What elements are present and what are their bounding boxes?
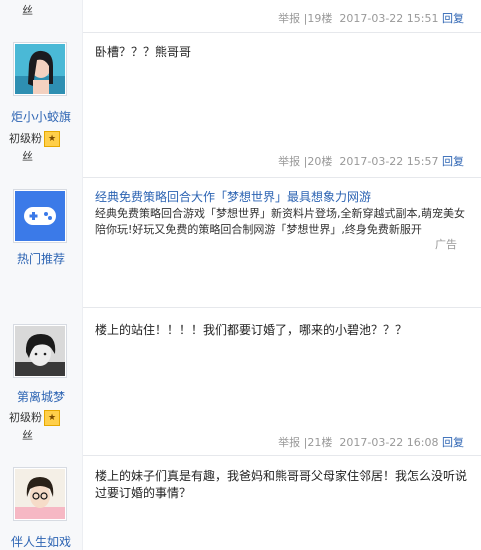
fan-level-icon: ★	[44, 410, 60, 426]
report-link[interactable]: 举报	[278, 436, 300, 449]
user-badge-suffix: 丝	[22, 150, 33, 163]
ad-source-label[interactable]: 热门推荐	[0, 250, 82, 267]
username[interactable]: 炬小小蛟旗	[0, 108, 82, 125]
post-time: 2017-03-22 16:08	[339, 436, 439, 449]
post-floor-19: 丝 举报 |19楼 2017-03-22 15:51 回复	[0, 0, 481, 33]
ad-description[interactable]: 经典免费策略回合游戏「梦想世界」新资料片登场,全新穿越式副本,萌宠美女陪你玩!好…	[95, 206, 471, 238]
avatar[interactable]	[13, 467, 67, 521]
user-sidebar: 炬小小蛟旗 初级粉 ★ 丝	[0, 32, 83, 177]
avatar-image	[15, 469, 65, 519]
user-badge: 初级粉 ★	[9, 130, 60, 147]
avatar[interactable]	[13, 324, 67, 378]
floor-number: 19楼	[307, 12, 333, 25]
post-time: 2017-03-22 15:57	[339, 155, 439, 168]
post-content: 楼上的妹子们真是有趣，我爸妈和熊哥哥父母家住邻居！我怎么没听说过要订婚的事情？	[95, 469, 468, 500]
avatar[interactable]	[13, 42, 67, 96]
post-tail: 举报 |19楼 2017-03-22 15:51 回复	[278, 10, 464, 26]
user-sidebar: 第离城梦 初级粉 ★ 丝	[0, 307, 83, 455]
user-sidebar: 丝	[0, 0, 83, 32]
ad-post: 热门推荐 经典免费策略回合大作「梦想世界」最具想象力网游 经典免费策略回合游戏「…	[0, 177, 481, 308]
user-badge-label: 初级粉	[9, 411, 42, 424]
avatar-image	[15, 44, 65, 94]
post-content: 楼上的站住！！！！我们都要订婚了，哪来的小碧池？？？	[95, 323, 408, 337]
gamepad-icon	[15, 191, 65, 241]
report-link[interactable]: 举报	[278, 12, 300, 25]
user-badge-suffix: 丝	[22, 4, 33, 17]
post-floor-20: 炬小小蛟旗 初级粉 ★ 丝 卧槽？？？熊哥哥 举报 |20楼 2017-03-22…	[0, 32, 481, 178]
username[interactable]: 伴人生如戏	[0, 533, 82, 550]
username[interactable]: 第离城梦	[0, 388, 82, 405]
reply-link[interactable]: 回复	[442, 155, 464, 168]
post-tail: 举报 |21楼 2017-03-22 16:08 回复	[278, 434, 464, 450]
user-badge-label: 初级粉	[9, 132, 42, 145]
reply-link[interactable]: 回复	[442, 12, 464, 25]
avatar-image	[15, 326, 65, 376]
user-badge: 初级粉 ★	[9, 409, 60, 426]
floor-number: 21楼	[307, 436, 333, 449]
post-floor-22: 伴人生如戏 楼上的妹子们真是有趣，我爸妈和熊哥哥父母家住邻居！我怎么没听说过要订…	[0, 455, 481, 550]
floor-number: 20楼	[307, 155, 333, 168]
ad-sidebar: 热门推荐	[0, 177, 83, 307]
post-time: 2017-03-22 15:51	[339, 12, 439, 25]
reply-link[interactable]: 回复	[442, 436, 464, 449]
ad-avatar[interactable]	[13, 189, 67, 243]
report-link[interactable]: 举报	[278, 155, 300, 168]
ad-title[interactable]: 经典免费策略回合大作「梦想世界」最具想象力网游	[95, 189, 471, 206]
post-floor-21: 第离城梦 初级粉 ★ 丝 楼上的站住！！！！我们都要订婚了，哪来的小碧池？？？ 举…	[0, 307, 481, 456]
user-sidebar: 伴人生如戏	[0, 455, 83, 550]
post-tail: 举报 |20楼 2017-03-22 15:57 回复	[278, 153, 464, 169]
fan-level-icon: ★	[44, 131, 60, 147]
post-content: 卧槽？？？熊哥哥	[95, 45, 192, 59]
ad-label: 广告	[435, 238, 457, 251]
user-badge-suffix: 丝	[22, 429, 33, 442]
